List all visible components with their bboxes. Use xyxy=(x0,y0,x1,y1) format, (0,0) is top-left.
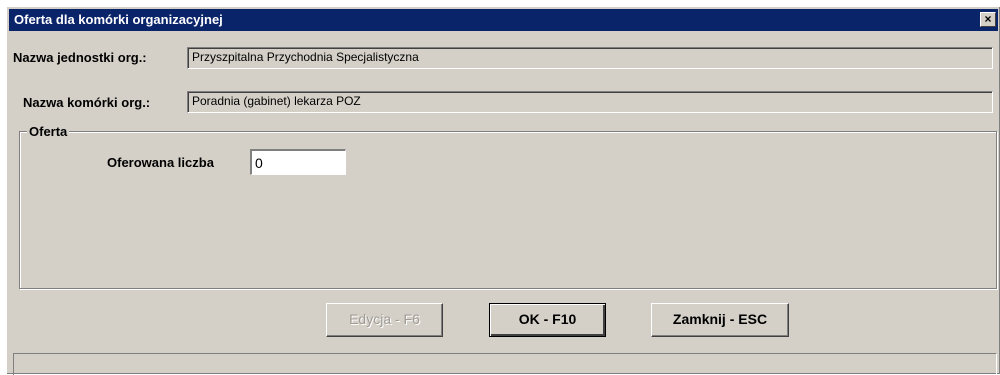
ok-button[interactable]: OK - F10 xyxy=(489,303,606,337)
close-button[interactable]: Zamknij - ESC xyxy=(651,303,789,337)
offer-group-legend: Oferta xyxy=(27,124,70,139)
close-icon[interactable]: × xyxy=(980,12,996,27)
status-bar xyxy=(13,353,997,375)
unit-name-field: Przyszpitalna Przychodnia Specjalistyczn… xyxy=(187,47,993,69)
dialog-window: Oferta dla komórki organizacyjnej × Nazw… xyxy=(6,6,1000,375)
title-bar[interactable]: Oferta dla komórki organizacyjnej × xyxy=(9,9,998,31)
offered-count-input[interactable] xyxy=(250,149,346,175)
unit-name-label: Nazwa jednostki org.: xyxy=(13,50,147,65)
window-title: Oferta dla komórki organizacyjnej xyxy=(14,12,223,27)
edit-button[interactable]: Edycja - F6 xyxy=(326,303,443,337)
cell-name-label: Nazwa komórki org.: xyxy=(23,95,151,110)
cell-name-field: Poradnia (gabinet) lekarza POZ xyxy=(187,91,993,113)
offered-count-label: Oferowana liczba xyxy=(107,155,214,170)
